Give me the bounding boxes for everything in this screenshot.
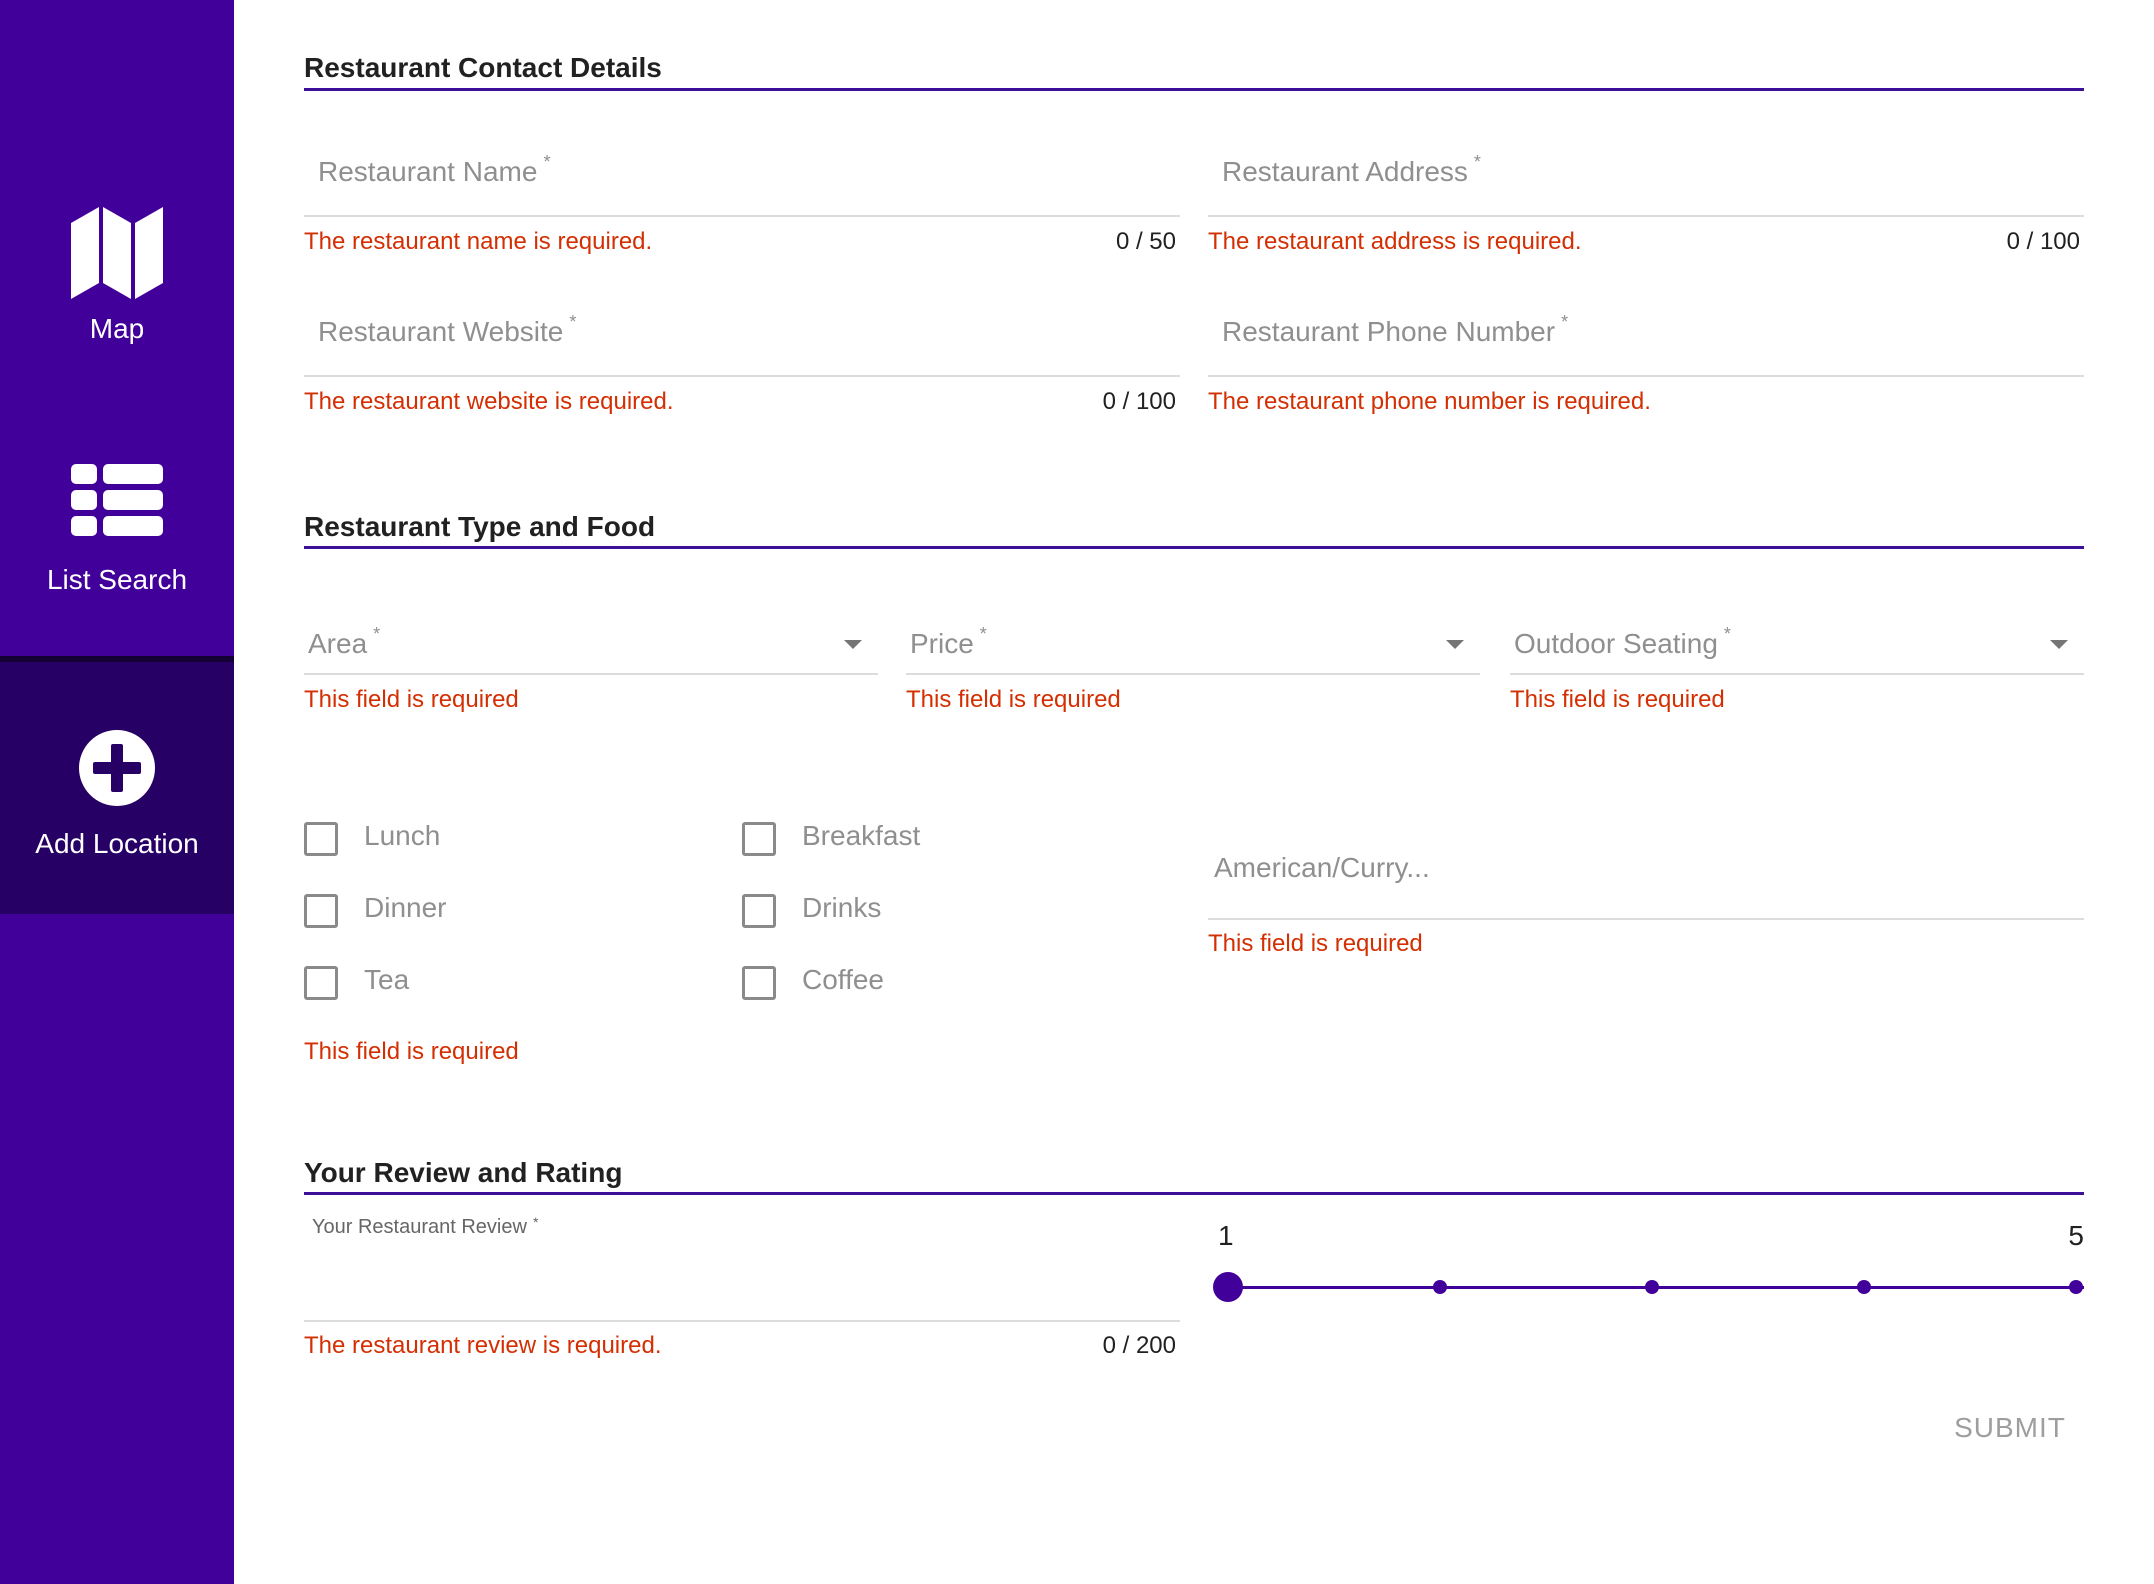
map-icon (71, 207, 163, 299)
meals-error-container: This field is required (304, 1038, 904, 1074)
cuisine-placeholder: American/Curry... (1214, 852, 1430, 883)
restaurant-name-label: Restaurant Name * (318, 152, 551, 187)
field-underline (1208, 215, 2084, 217)
price-label: Price * (910, 624, 987, 659)
section-divider (304, 546, 2084, 549)
checkbox-label: Breakfast (802, 820, 921, 851)
restaurant-website-field[interactable]: Restaurant Website * The restaurant websi… (304, 312, 1180, 416)
slider-tick (1645, 1280, 1659, 1294)
checkbox-box (742, 894, 776, 928)
sidebar-item-list-search[interactable]: List Search (0, 372, 234, 656)
checkbox-box (742, 966, 776, 1000)
chevron-down-icon (1446, 640, 1464, 649)
section-divider (304, 1192, 2084, 1195)
restaurant-website-label: Restaurant Website * (318, 312, 577, 347)
field-underline (304, 375, 1180, 377)
field-underline (304, 215, 1180, 217)
field-underline (1208, 375, 2084, 377)
checkbox-label: Dinner (364, 892, 447, 923)
section-title-type-food: Restaurant Type and Food (304, 511, 656, 542)
section-title-contact: Restaurant Contact Details (304, 52, 662, 83)
submit-button[interactable]: SUBMIT (1940, 1404, 2080, 1452)
rating-slider[interactable]: 1 5 (1208, 1220, 2084, 1310)
field-underline (1510, 673, 2084, 675)
review-error: The restaurant review is required. (304, 1332, 662, 1359)
price-select[interactable]: Price * This field is required (906, 624, 1480, 718)
outdoor-seating-error: This field is required (1510, 686, 1725, 713)
checkbox-tea[interactable]: Tea (304, 964, 604, 1006)
checkbox-label: Lunch (364, 820, 441, 851)
chevron-down-icon (2050, 640, 2068, 649)
checkbox-label: Tea (364, 964, 410, 995)
checkbox-dinner[interactable]: Dinner (304, 892, 604, 934)
restaurant-name-error: The restaurant name is required. (304, 228, 653, 255)
checkbox-box (304, 894, 338, 928)
price-error: This field is required (906, 686, 1121, 713)
sidebar-item-label: List Search (46, 564, 188, 595)
slider-min-label: 1 (1218, 1220, 1234, 1251)
checkbox-label: Drinks (802, 892, 882, 923)
restaurant-website-error: The restaurant website is required. (304, 388, 674, 415)
area-select[interactable]: Area * This field is required (304, 624, 878, 718)
section-title-review: Your Review and Rating (304, 1157, 623, 1188)
restaurant-phone-field[interactable]: Restaurant Phone Number * The restaurant … (1208, 312, 2084, 416)
checkbox-lunch[interactable]: Lunch (304, 820, 604, 862)
field-underline (304, 673, 878, 675)
sidebar: Map List Search Add Location (0, 0, 234, 1584)
restaurant-phone-error: The restaurant phone number is required. (1208, 388, 1651, 415)
field-underline (304, 1320, 1180, 1322)
area-error: This field is required (304, 686, 519, 713)
meals-error: This field is required (304, 1038, 519, 1065)
outdoor-seating-select[interactable]: Outdoor Seating * This field is required (1510, 624, 2084, 718)
cuisine-error: This field is required (1208, 930, 1423, 957)
sidebar-item-map[interactable]: Map (0, 0, 234, 372)
checkbox-box (304, 822, 338, 856)
slider-max-label: 5 (2068, 1220, 2084, 1251)
restaurant-address-label: Restaurant Address * (1222, 152, 1481, 187)
restaurant-name-counter: 0 / 50 (1115, 228, 1176, 255)
review-label: Your Restaurant Review * (312, 1214, 539, 1238)
restaurant-phone-label: Restaurant Phone Number * (1222, 312, 1569, 347)
plus-circle-icon (79, 730, 155, 806)
restaurant-address-field[interactable]: Restaurant Address * The restaurant addre… (1208, 152, 2084, 256)
sidebar-item-label: Add Location (35, 828, 199, 859)
area-label: Area * (308, 624, 381, 659)
slider-tick (1433, 1280, 1447, 1294)
slider-thumb[interactable] (1213, 1272, 1243, 1302)
restaurant-website-counter: 0 / 100 (1102, 388, 1176, 415)
checkbox-box (304, 966, 338, 1000)
slider-tick (2069, 1280, 2083, 1294)
outdoor-seating-label: Outdoor Seating * (1514, 624, 1731, 659)
review-textarea[interactable]: Your Restaurant Review * The restaurant r… (304, 1214, 1180, 1366)
list-icon (71, 464, 163, 536)
field-underline (1208, 918, 2084, 920)
sidebar-item-label: Map (89, 313, 145, 344)
cuisine-field[interactable]: American/Curry... This field is required (1208, 852, 2084, 957)
slider-tick (1857, 1280, 1871, 1294)
restaurant-name-field[interactable]: Restaurant Name * The restaurant name is … (304, 152, 1180, 256)
checkbox-drinks[interactable]: Drinks (742, 892, 1042, 934)
section-divider (304, 88, 2084, 91)
checkbox-coffee[interactable]: Coffee (742, 964, 1042, 1006)
checkbox-breakfast[interactable]: Breakfast (742, 820, 1042, 862)
restaurant-address-error: The restaurant address is required. (1208, 228, 1582, 255)
checkbox-label: Coffee (802, 964, 884, 995)
restaurant-address-counter: 0 / 100 (2006, 228, 2080, 255)
sidebar-item-add-location[interactable]: Add Location (0, 656, 234, 914)
review-counter: 0 / 200 (1102, 1332, 1176, 1359)
checkbox-box (742, 822, 776, 856)
chevron-down-icon (844, 640, 862, 649)
field-underline (906, 673, 1480, 675)
